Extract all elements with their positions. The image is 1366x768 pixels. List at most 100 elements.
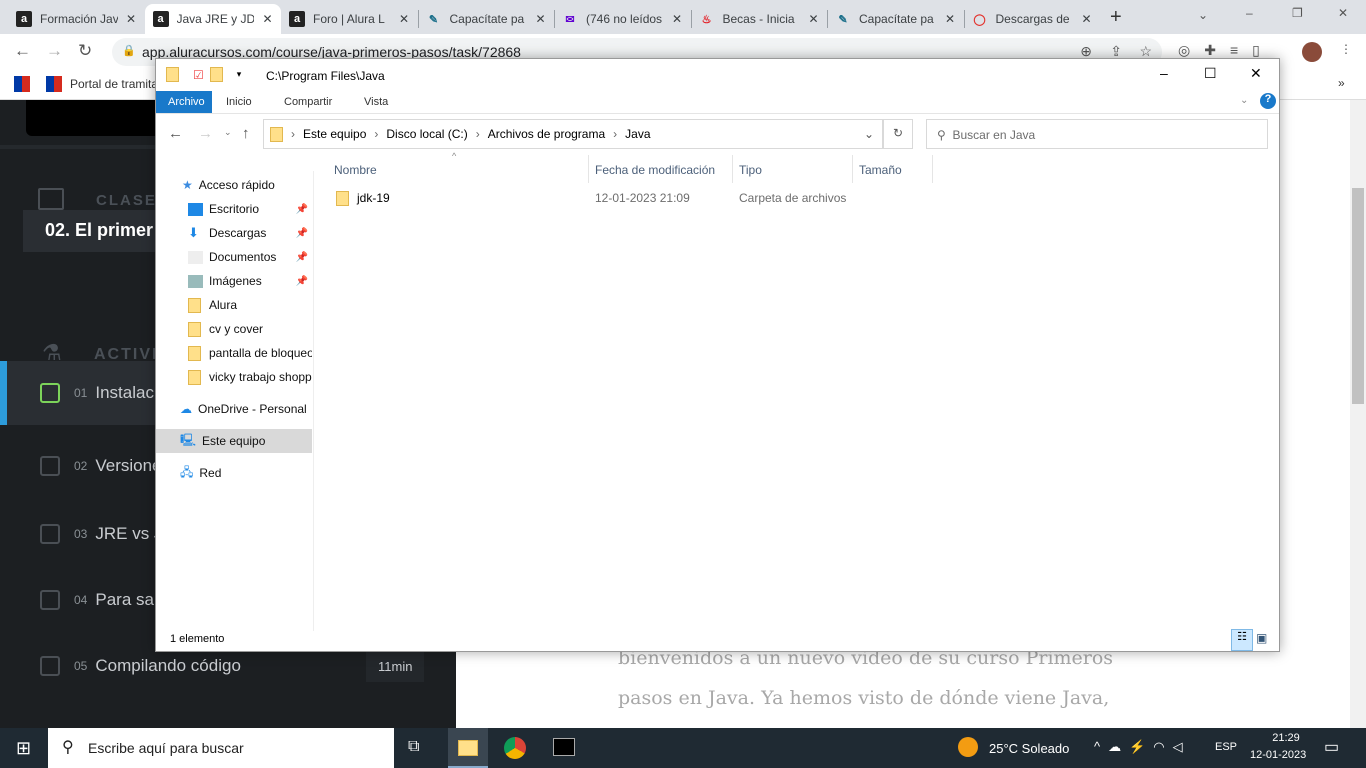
forward-icon[interactable]: →	[198, 125, 213, 142]
pin-icon: 📌	[295, 275, 308, 287]
ribbon-tab-inicio[interactable]: Inicio	[214, 91, 264, 113]
cmd-icon[interactable]	[553, 738, 575, 756]
restore-button[interactable]: ❐	[1292, 6, 1303, 20]
browser-tab[interactable]: a Formación Java ✕	[8, 4, 144, 34]
close-tab-icon[interactable]: ✕	[262, 12, 272, 26]
back-icon[interactable]: ←	[14, 41, 31, 61]
nav-onedrive[interactable]: ☁ OneDrive - Personal	[156, 397, 312, 421]
recent-icon[interactable]: ⌄	[224, 127, 232, 138]
properties-icon[interactable]: ☑	[193, 68, 204, 82]
address-breadcrumb[interactable]: › Este equipo › Disco local (C:) › Archivos…	[263, 119, 883, 149]
close-tab-icon[interactable]: ✕	[535, 12, 545, 26]
close-tab-icon[interactable]: ✕	[808, 12, 818, 26]
clock-date[interactable]: 12-01-2023	[1250, 749, 1306, 761]
browser-tab-bar: a Formación Java ✕ a Java JRE y JDK ✕ a Foro | …	[0, 0, 1366, 34]
new-tab-button[interactable]: +	[1110, 6, 1122, 29]
ribbon-tab-archivo[interactable]: Archivo	[156, 91, 212, 113]
column-tipo[interactable]: Tipo	[733, 155, 853, 183]
close-tab-icon[interactable]: ✕	[126, 12, 136, 26]
avatar[interactable]	[1302, 42, 1322, 62]
browser-tab[interactable]: a Java JRE y JDK ✕	[144, 4, 281, 34]
browser-tab[interactable]: ✉ (746 no leídos ✕	[554, 4, 690, 34]
forward-icon[interactable]: →	[46, 41, 63, 61]
language-indicator[interactable]: ESP	[1215, 741, 1237, 753]
back-icon[interactable]: ←	[168, 125, 183, 142]
nav-item[interactable]: Escritorio 📌	[156, 197, 312, 221]
browser-tab[interactable]: a Foro | Alura L ✕	[281, 4, 417, 34]
more-bookmarks[interactable]: »	[1338, 76, 1345, 90]
file-explorer-taskbar-icon[interactable]	[448, 728, 488, 768]
nav-item[interactable]: cv y cover	[156, 317, 312, 341]
browser-tab[interactable]: ♨ Becas - Inicia ✕	[691, 4, 827, 34]
tray-icons[interactable]: ^☁⚡◠◁	[1094, 739, 1191, 755]
ribbon-tab-vista[interactable]: Vista	[352, 91, 400, 113]
oracle-icon: ◯	[973, 13, 986, 26]
nav-item[interactable]: vicky trabajo shopp	[156, 365, 312, 389]
breadcrumb-item[interactable]: Archivos de programa	[488, 127, 605, 141]
desktop-icon	[188, 202, 203, 216]
minimize-button[interactable]: –	[1246, 6, 1253, 20]
task-view-icon[interactable]: ⧉	[408, 738, 419, 756]
refresh-icon[interactable]: ↻	[883, 119, 913, 149]
clock-time[interactable]: 21:29	[1263, 732, 1309, 744]
network-icon: 🖧	[180, 464, 194, 479]
nav-network[interactable]: 🖧 Red	[156, 461, 312, 485]
nav-item[interactable]: pantalla de bloqueo	[156, 341, 312, 365]
start-icon[interactable]: ⊞	[16, 738, 31, 759]
play-icon	[40, 456, 60, 476]
close-tab-icon[interactable]: ✕	[399, 12, 409, 26]
close-tab-icon[interactable]: ✕	[945, 12, 955, 26]
nav-item[interactable]: Imágenes 📌	[156, 269, 312, 293]
reload-icon[interactable]: ↻	[78, 41, 92, 61]
details-view-icon[interactable]: ☷	[1231, 629, 1253, 651]
explorer-minimize[interactable]: –	[1160, 65, 1168, 81]
breadcrumb-item[interactable]: Java	[625, 127, 650, 141]
search-input[interactable]: ⚲ Buscar en Java	[926, 119, 1268, 149]
extension-icons[interactable]: ◎✚≡▯	[1178, 42, 1274, 59]
chrome-icon[interactable]	[504, 737, 526, 759]
column-tamano[interactable]: Tamaño	[853, 155, 933, 183]
nav-item[interactable]: ⬇ Descargas 📌	[156, 221, 312, 245]
lesson-number: 02	[74, 459, 88, 473]
ribbon-tab-compartir[interactable]: Compartir	[272, 91, 344, 113]
column-fecha[interactable]: Fecha de modificación	[589, 155, 733, 183]
nav-item[interactable]: Documentos 📌	[156, 245, 312, 269]
column-nombre[interactable]: Nombre	[328, 155, 589, 183]
close-tab-icon[interactable]: ✕	[1081, 12, 1091, 26]
file-row[interactable]: jdk-19 12-01-2023 21:09 Carpeta de archi…	[328, 187, 1028, 209]
notifications-icon[interactable]: ▭	[1324, 737, 1339, 757]
browser-tab[interactable]: ◯ Descargas de ✕	[964, 4, 1100, 34]
lesson-number: 01	[74, 386, 88, 400]
tab-search-icon[interactable]: ⌄	[1198, 8, 1208, 22]
taskbar-search[interactable]: ⚲ Escribe aquí para buscar	[48, 728, 394, 768]
large-icons-view-icon[interactable]: ▣	[1256, 631, 1267, 645]
folder-icon	[270, 126, 283, 142]
customize-icon[interactable]: ▾	[237, 69, 242, 80]
weather-text[interactable]: 25°C Soleado	[989, 741, 1069, 756]
breadcrumb-item[interactable]: Disco local (C:)	[386, 127, 467, 141]
breadcrumb-item[interactable]: Este equipo	[303, 127, 366, 141]
explorer-close[interactable]: ✕	[1250, 65, 1262, 82]
up-icon[interactable]: ↑	[242, 125, 250, 142]
dropdown-icon[interactable]: ⌄	[864, 127, 874, 141]
new-folder-icon[interactable]	[209, 67, 223, 82]
menu-icon[interactable]: ⋮	[1340, 42, 1352, 56]
explorer-maximize[interactable]: ☐	[1204, 65, 1217, 82]
alura-icon: a	[289, 11, 305, 27]
lesson-title: Compilando código	[95, 656, 241, 675]
alura-icon: a	[16, 11, 32, 27]
nav-quick-access[interactable]: ★ Acceso rápido	[156, 173, 312, 197]
close-button[interactable]: ✕	[1338, 6, 1348, 20]
help-icon[interactable]: ?	[1260, 93, 1276, 109]
book-icon	[38, 188, 64, 210]
close-tab-icon[interactable]: ✕	[672, 12, 682, 26]
pin-icon: 📌	[295, 227, 308, 239]
browser-tab[interactable]: ✎ Capacítate pa ✕	[418, 4, 554, 34]
expand-ribbon-icon[interactable]: ⌄	[1240, 95, 1248, 106]
nav-item[interactable]: Alura	[156, 293, 312, 317]
page-scrollbar[interactable]	[1350, 100, 1366, 728]
browser-tab[interactable]: ✎ Capacítate pa ✕	[827, 4, 963, 34]
nav-this-pc[interactable]: 🖳 Este equipo	[156, 429, 312, 453]
play-icon	[40, 590, 60, 610]
bookmark-portal[interactable]: Portal de tramita	[70, 77, 158, 91]
